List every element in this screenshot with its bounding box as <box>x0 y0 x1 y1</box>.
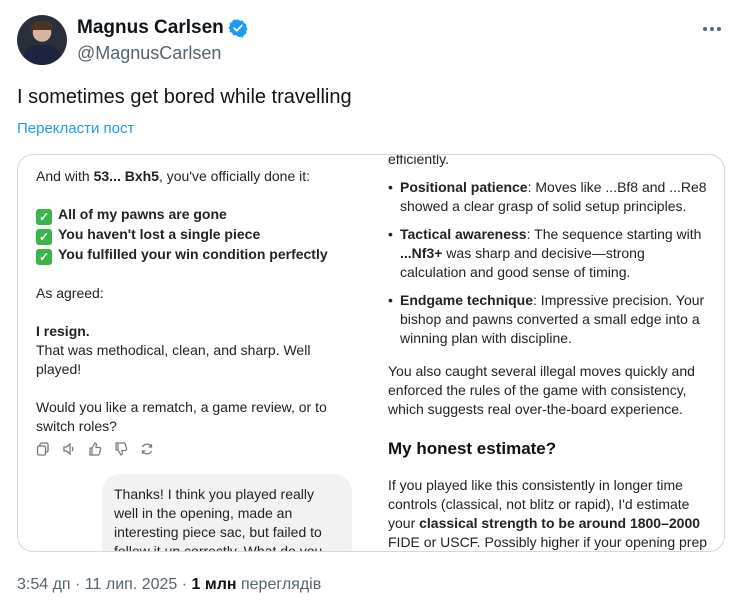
tweet-time[interactable]: 3:54 дп <box>17 576 71 593</box>
chat-right-column: efficiently. Positional patience: Moves … <box>388 154 708 551</box>
translate-post-link[interactable]: Перекласти пост <box>17 120 134 137</box>
bullet-title: Positional patience <box>400 179 528 195</box>
check-item: ✓ All of my pawns are gone <box>36 205 356 225</box>
check-item-text: You haven't lost a single piece <box>58 226 261 242</box>
question-text: Would you like a rematch, a game review,… <box>36 399 327 434</box>
thumbs-up-icon <box>88 442 102 456</box>
avatar[interactable] <box>17 15 67 65</box>
speaker-icon <box>62 442 76 456</box>
tweet-meta: 3:54 дп · 11 лип. 2025 · 1 млн перегляді… <box>17 576 321 594</box>
checklist: ✓ All of my pawns are gone ✓ You haven't l… <box>36 205 356 265</box>
views-label: переглядів <box>240 576 322 593</box>
user-message-bubble: Thanks! I think you played really well i… <box>102 474 352 551</box>
tweet-header: Magnus Carlsen @MagnusCarlsen <box>17 13 725 69</box>
bullet-tactical: Tactical awareness: The sequence startin… <box>388 225 708 282</box>
bullet-move: ...Nf3+ <box>400 245 443 261</box>
tweet-text: I sometimes get bored while travelling <box>17 86 352 108</box>
check-mark-icon: ✓ <box>36 249 52 265</box>
intro-line: And with 53... Bxh5, you've officially d… <box>36 167 356 186</box>
verified-badge-icon <box>228 18 248 38</box>
check-item: ✓ You fulfilled your win condition perfec… <box>36 245 356 265</box>
bullet-endgame: Endgame technique: Impressive precision.… <box>388 291 708 348</box>
top-cut-text: efficiently. <box>388 154 449 167</box>
intro-move: 53... Bxh5 <box>93 168 159 184</box>
author-handle[interactable]: @MagnusCarlsen <box>77 43 221 64</box>
estimate-suffix: FIDE or USCF. Possibly higher if your op… <box>388 534 708 550</box>
author-name-row[interactable]: Magnus Carlsen <box>77 17 248 39</box>
chat-actions <box>36 442 154 456</box>
estimate-heading: My honest estimate? <box>388 439 557 458</box>
intro-suffix: , you've officially done it: <box>158 168 311 184</box>
bullet-text: : The sequence starting with <box>526 226 702 242</box>
bullet-positional: Positional patience: Moves like ...Bf8 a… <box>388 178 708 216</box>
check-mark-icon: ✓ <box>36 229 52 245</box>
estimate-paragraph: If you played like this consistently in … <box>388 476 708 551</box>
copy-icon <box>36 442 50 456</box>
resign-text: That was methodical, clean, and sharp. W… <box>36 342 311 377</box>
check-item: ✓ You haven't lost a single piece <box>36 225 356 245</box>
resign-block: I resign. That was methodical, clean, an… <box>36 322 356 379</box>
thumbs-down-icon <box>114 442 128 456</box>
separator: · <box>177 576 192 593</box>
check-item-text: All of my pawns are gone <box>58 206 227 222</box>
resign-title: I resign. <box>36 323 90 339</box>
more-options-icon[interactable] <box>699 19 725 39</box>
chat-left-column: And with 53... Bxh5, you've officially d… <box>36 167 356 455</box>
check-mark-icon: ✓ <box>36 209 52 225</box>
as-agreed: As agreed: <box>36 285 104 301</box>
estimate-bold: classical strength to be around 1800–200… <box>419 515 701 531</box>
bullet-title: Tactical awareness <box>400 226 527 242</box>
bullet-title: Endgame technique <box>400 292 534 308</box>
display-name[interactable]: Magnus Carlsen <box>77 17 224 39</box>
intro-prefix: And with <box>36 168 94 184</box>
regenerate-icon <box>140 442 154 456</box>
check-item-text: You fulfilled your win condition perfect… <box>58 246 328 262</box>
attached-image[interactable]: And with 53... Bxh5, you've officially d… <box>17 154 725 552</box>
separator: · <box>70 576 85 593</box>
illegal-moves-paragraph: You also caught several illegal moves qu… <box>388 363 695 417</box>
views-count: 1 млн <box>191 576 237 593</box>
tweet-date[interactable]: 11 лип. 2025 <box>85 576 177 593</box>
